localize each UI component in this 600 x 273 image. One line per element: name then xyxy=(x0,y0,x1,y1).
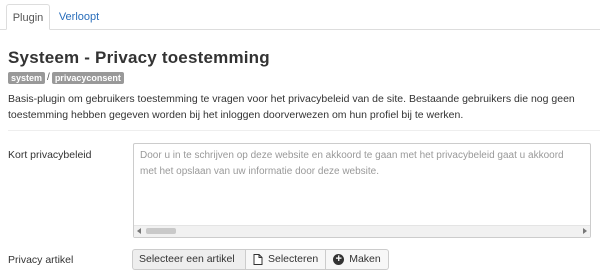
select-article-label: Selecteren xyxy=(268,253,319,265)
tab-plugin[interactable]: Plugin xyxy=(6,4,50,30)
select-article-button[interactable]: Selecteren xyxy=(245,249,327,270)
page-title: Systeem - Privacy toestemming xyxy=(8,48,270,67)
tag-system: system xyxy=(8,72,46,84)
tag-row: system / privacyconsent xyxy=(8,72,124,85)
privacy-article-label: Privacy artikel xyxy=(8,254,74,266)
scroll-right-icon[interactable] xyxy=(583,228,587,234)
privacy-article-field: Selecteer een artikel Selecteren + Maken xyxy=(132,249,389,270)
make-article-button[interactable]: + Maken xyxy=(326,249,389,270)
plus-circle-icon: + xyxy=(333,254,345,265)
short-policy-textarea[interactable]: Door u in te schrijven op deze website e… xyxy=(133,143,591,238)
file-icon xyxy=(253,254,263,265)
tab-bar: Plugin Verloopt xyxy=(0,0,600,30)
tab-verloopt[interactable]: Verloopt xyxy=(54,4,104,30)
divider xyxy=(8,130,600,131)
tag-separator: / xyxy=(47,72,50,83)
scrollbar-thumb[interactable] xyxy=(146,228,176,234)
short-policy-placeholder: Door u in te schrijven op deze website e… xyxy=(140,150,564,177)
tag-privacyconsent: privacyconsent xyxy=(51,72,124,84)
privacy-article-value: Selecteer een artikel xyxy=(132,249,245,270)
short-policy-label: Kort privacybeleid xyxy=(8,149,92,161)
plugin-description: Basis-plugin om gebruikers toestemming t… xyxy=(8,93,575,121)
scroll-left-icon[interactable] xyxy=(137,228,141,234)
horizontal-scrollbar[interactable] xyxy=(134,225,590,237)
make-article-label: Maken xyxy=(349,253,381,265)
